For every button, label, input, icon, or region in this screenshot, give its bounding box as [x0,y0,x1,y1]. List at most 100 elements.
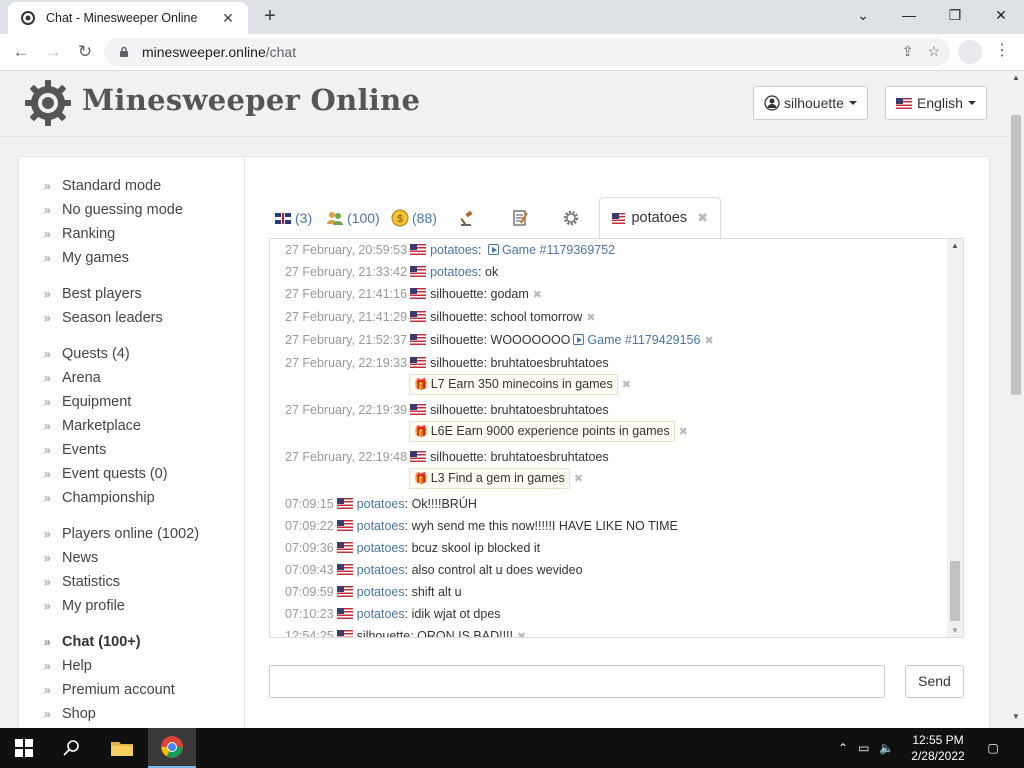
message-username[interactable]: potatoes [357,497,405,511]
chevron-right-icon: » [44,599,51,613]
forward-icon[interactable]: → [40,40,66,66]
message-username[interactable]: potatoes [357,519,405,533]
message-username[interactable]: potatoes [357,585,405,599]
chrome-taskbar-icon[interactable] [148,728,196,768]
message-username: silhouette [430,333,484,347]
sidebar-item-premium-account[interactable]: » Premium account [19,678,244,702]
message-username[interactable]: potatoes [357,563,405,577]
sidebar-item-my-games[interactable]: » My games [19,246,244,270]
sidebar-item-shop[interactable]: » Shop [19,702,244,726]
network-icon[interactable]: ▭ [858,741,869,755]
message-username[interactable]: potatoes [430,265,478,279]
message-list: 27 February, 20:59:53 potatoes: Game #117… [285,239,945,637]
tab-chat-settings[interactable] [562,197,583,239]
scroll-up-icon[interactable]: ▲ [947,241,963,250]
sidebar-item-best-players[interactable]: » Best players [19,282,244,306]
message-username: silhouette [430,403,484,417]
window-close-icon[interactable]: ✕ [978,0,1024,34]
sidebar-item-quests-4[interactable]: » Quests (4) [19,342,244,366]
quest-badge[interactable]: 🎁 L3 Find a gem in games [409,468,570,489]
sidebar-item-arena[interactable]: » Arena [19,366,244,390]
sidebar-item-championship[interactable]: » Championship [19,486,244,510]
page-scroll-down-icon[interactable]: ▼ [1008,712,1024,726]
delete-message-icon[interactable]: ✖ [704,335,713,347]
delete-message-icon[interactable]: ✖ [574,473,583,485]
volume-icon[interactable]: 🔈 [879,741,894,755]
coins-chat-count: (88) [412,210,437,226]
quest-badge[interactable]: 🎁 L6E Earn 9000 experience points in game… [409,421,675,442]
scroll-down-icon[interactable]: ▼ [947,626,963,635]
sidebar-item-season-leaders[interactable]: » Season leaders [19,306,244,330]
gift-icon: 🎁 [414,379,428,391]
bookmark-star-icon[interactable]: ☆ [927,43,940,60]
share-icon[interactable]: ⇪ [902,43,914,60]
sidebar-item-news[interactable]: » News [19,546,244,570]
delete-message-icon[interactable]: ✖ [586,312,595,324]
sidebar-item-players-online-1002[interactable]: » Players online (1002) [19,522,244,546]
reload-icon[interactable]: ↻ [72,40,98,66]
close-tab-icon[interactable]: ✖ [697,210,708,226]
sidebar-item-chat-100[interactable]: » Chat (100+) [19,630,244,654]
sidebar-item-ranking[interactable]: » Ranking [19,222,244,246]
windows-start-icon[interactable] [0,728,48,768]
tab-coins-chat[interactable]: $ (88) [391,197,437,239]
message-timestamp: 27 February, 22:19:48 [285,450,408,464]
delete-message-icon[interactable]: ✖ [622,379,631,391]
message-username[interactable]: potatoes [357,607,405,621]
delete-message-icon[interactable]: ✖ [533,289,542,301]
page-scrollbar[interactable]: ▲ ▼ [1008,71,1024,728]
profile-avatar-icon[interactable] [958,40,982,64]
delete-message-icon[interactable]: ✖ [517,631,526,637]
us-flag-icon [336,586,353,598]
restore-icon[interactable]: ❐ [932,0,978,34]
chat-scroll-thumb[interactable] [950,561,960,621]
quest-badge[interactable]: 🎁 L7 Earn 350 minecoins in games [409,374,618,395]
sidebar-item-statistics[interactable]: » Statistics [19,570,244,594]
message-timestamp: 27 February, 21:52:37 [285,333,408,347]
tab-friends-chat[interactable]: (100) [326,197,380,239]
sidebar-item-equipment[interactable]: » Equipment [19,390,244,414]
tab-english-chat[interactable]: (3) [275,197,312,239]
sidebar-item-help[interactable]: » Help [19,654,244,678]
game-link[interactable]: Game #1179429156 [570,333,700,347]
file-explorer-icon[interactable] [98,728,146,768]
chat-scrollbar[interactable]: ▲ ▼ [947,239,963,637]
sidebar-item-no-guessing-mode[interactable]: » No guessing mode [19,198,244,222]
new-tab-icon[interactable]: + [258,5,282,29]
sidebar-item-event-quests-0[interactable]: » Event quests (0) [19,462,244,486]
chat-message: 07:09:59 potatoes: shift alt u [285,581,945,603]
tab-notes[interactable] [511,197,532,239]
delete-message-icon[interactable]: ✖ [679,426,688,438]
tab-auction[interactable] [459,197,480,239]
taskbar-clock[interactable]: 12:55 PM 2/28/2022 [895,732,981,764]
chat-message-input[interactable] [269,665,885,698]
user-menu-dropdown[interactable]: silhouette [753,86,868,120]
tab-close-icon[interactable]: ✕ [220,10,236,27]
sidebar-item-marketplace[interactable]: » Marketplace [19,414,244,438]
send-button[interactable]: Send [905,665,964,698]
tray-overflow-icon[interactable]: ⌃ [838,741,848,755]
message-text: : school tomorrow [483,310,583,324]
back-icon[interactable]: ← [8,40,34,66]
page-scroll-thumb[interactable] [1011,115,1021,395]
browser-tab[interactable]: Chat - Minesweeper Online ✕ [8,2,248,34]
page-scroll-up-icon[interactable]: ▲ [1008,73,1024,87]
language-dropdown[interactable]: English [885,86,987,120]
sidebar-item-events[interactable]: » Events [19,438,244,462]
address-bar[interactable]: minesweeper.online/chat ⇪ ☆ [104,38,950,66]
site-logo-icon[interactable] [24,79,72,127]
site-title[interactable]: Minesweeper Online [82,83,420,117]
sidebar-item-my-profile[interactable]: » My profile [19,594,244,618]
tab-private-chat[interactable]: potatoes ✖ [599,197,721,239]
sidebar-item-standard-mode[interactable]: » Standard mode [19,174,244,198]
message-username[interactable]: potatoes [357,541,405,555]
notifications-icon[interactable]: ▢ [983,728,1003,768]
chat-messages-box[interactable]: 27 February, 20:59:53 potatoes: Game #117… [269,238,964,638]
browser-menu-icon[interactable]: ⋮ [994,40,1010,64]
tab-search-icon[interactable]: ⌄ [840,0,886,34]
minimize-icon[interactable]: — [886,0,932,34]
chat-message: 07:09:15 potatoes: Ok!!!!BRÚH [285,493,945,515]
message-username[interactable]: potatoes [430,243,478,257]
search-icon[interactable] [48,728,96,768]
game-link[interactable]: Game #1179369752 [485,243,615,257]
